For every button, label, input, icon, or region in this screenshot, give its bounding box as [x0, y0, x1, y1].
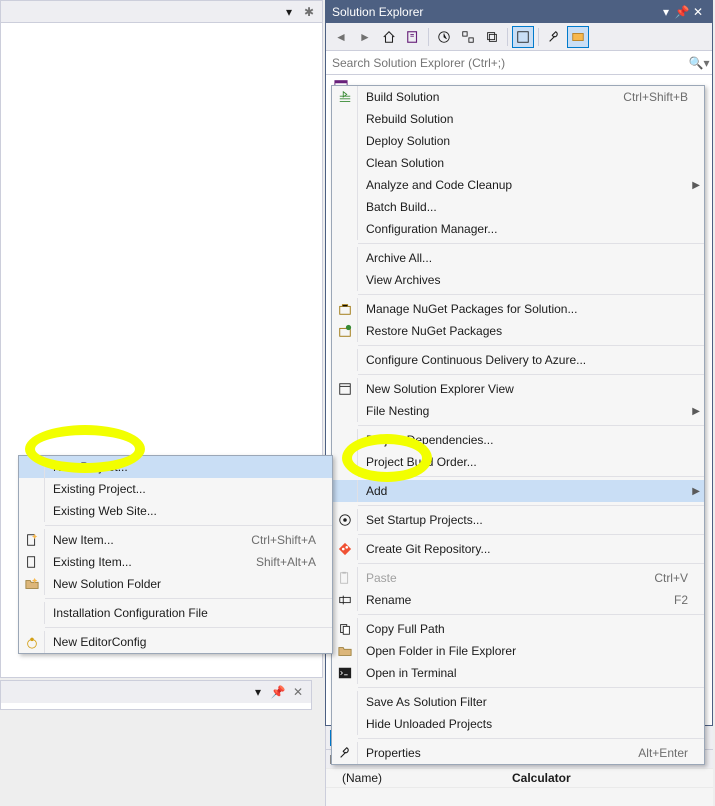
chevron-right-icon: ▶ [692, 486, 700, 497]
search-input[interactable] [326, 51, 686, 74]
menu-add[interactable]: Add▶ [332, 480, 704, 502]
chevron-down-icon[interactable]: ▾ [251, 685, 265, 699]
properties-icon[interactable] [543, 26, 565, 48]
bottom-panel-header: ▾ 📌 ✕ [1, 681, 311, 703]
menu-analyze-cleanup[interactable]: Analyze and Code Cleanup▶ [332, 174, 704, 196]
menu-new-view[interactable]: New Solution Explorer View [332, 378, 704, 400]
existing-item-icon [19, 551, 45, 573]
submenu-new-folder[interactable]: New Solution Folder [19, 573, 332, 595]
preview-icon[interactable] [567, 26, 589, 48]
build-icon [332, 86, 358, 108]
sync-icon[interactable] [457, 26, 479, 48]
back-icon[interactable]: ◄ [330, 26, 352, 48]
solution-explorer-titlebar: Solution Explorer ▾ 📌 ✕ [326, 1, 712, 23]
close-icon[interactable]: ✕ [291, 685, 305, 699]
chevron-right-icon: ▶ [692, 180, 700, 191]
menu-file-nesting[interactable]: File Nesting▶ [332, 400, 704, 422]
pin-icon[interactable]: 📌 [674, 5, 690, 19]
pin-icon[interactable]: 📌 [271, 685, 285, 699]
editor-header: ▾ ✱ [1, 1, 322, 23]
menu-azure-delivery[interactable]: Configure Continuous Delivery to Azure..… [332, 349, 704, 371]
solution-context-menu: Build Solution Ctrl+Shift+B Rebuild Solu… [331, 85, 705, 765]
solution-explorer-title: Solution Explorer [332, 5, 423, 19]
menu-clean-solution[interactable]: Clean Solution [332, 152, 704, 174]
menu-paste: PasteCtrl+V [332, 567, 704, 589]
switch-views-icon[interactable] [402, 26, 424, 48]
home-icon[interactable] [378, 26, 400, 48]
rename-icon [332, 589, 358, 611]
nuget-icon [332, 298, 358, 320]
git-icon [332, 538, 358, 560]
wrench-icon [332, 742, 358, 764]
submenu-existing-project[interactable]: Existing Project... [19, 478, 332, 500]
chevron-down-icon[interactable]: ▾ [658, 5, 674, 19]
menu-properties[interactable]: PropertiesAlt+Enter [332, 742, 704, 764]
menu-save-filter[interactable]: Save As Solution Filter [332, 691, 704, 713]
submenu-install-config[interactable]: Installation Configuration File [19, 602, 332, 624]
chevron-right-icon: ▶ [692, 406, 700, 417]
submenu-existing-web[interactable]: Existing Web Site... [19, 500, 332, 522]
menu-open-folder[interactable]: Open Folder in File Explorer [332, 640, 704, 662]
menu-hide-unloaded[interactable]: Hide Unloaded Projects [332, 713, 704, 735]
collapse-all-icon[interactable] [481, 26, 503, 48]
add-submenu: New Project... Existing Project... Exist… [18, 455, 333, 654]
prop-name-value: Calculator [506, 769, 713, 788]
startup-icon [332, 509, 358, 531]
solution-explorer-toolbar: ◄ ► [326, 23, 712, 51]
add-icon[interactable]: ✱ [302, 5, 316, 19]
menu-archive-all[interactable]: Archive All... [332, 247, 704, 269]
menu-deploy-solution[interactable]: Deploy Solution [332, 130, 704, 152]
prop-name-label: (Name) [326, 769, 506, 788]
menu-build-order[interactable]: Project Build Order... [332, 451, 704, 473]
close-icon[interactable]: ✕ [690, 5, 706, 19]
show-all-files-icon[interactable] [512, 26, 534, 48]
folder-new-icon [19, 573, 45, 595]
search-icon[interactable]: 🔍▾ [686, 56, 712, 70]
editorconfig-icon [19, 631, 45, 653]
submenu-new-item[interactable]: New Item...Ctrl+Shift+A [19, 529, 332, 551]
menu-build-solution[interactable]: Build Solution Ctrl+Shift+B [332, 86, 704, 108]
menu-open-terminal[interactable]: Open in Terminal [332, 662, 704, 684]
submenu-editor-config[interactable]: New EditorConfig [19, 631, 332, 653]
submenu-existing-item[interactable]: Existing Item...Shift+Alt+A [19, 551, 332, 573]
restore-nuget-icon [332, 320, 358, 342]
pending-changes-icon[interactable] [433, 26, 455, 48]
menu-config-manager[interactable]: Configuration Manager... [332, 218, 704, 240]
menu-manage-nuget[interactable]: Manage NuGet Packages for Solution... [332, 298, 704, 320]
menu-copy-path[interactable]: Copy Full Path [332, 618, 704, 640]
menu-startup[interactable]: Set Startup Projects... [332, 509, 704, 531]
bottom-panel: ▾ 📌 ✕ [0, 680, 312, 710]
menu-batch-build[interactable]: Batch Build... [332, 196, 704, 218]
submenu-new-project[interactable]: New Project... [19, 456, 332, 478]
search-row: 🔍▾ [326, 51, 712, 75]
chevron-down-icon[interactable]: ▾ [282, 5, 296, 19]
new-item-icon [19, 529, 45, 551]
copy-icon [332, 618, 358, 640]
menu-project-deps[interactable]: Project Dependencies... [332, 429, 704, 451]
folder-icon [332, 640, 358, 662]
menu-view-archives[interactable]: View Archives [332, 269, 704, 291]
menu-rename[interactable]: RenameF2 [332, 589, 704, 611]
forward-icon[interactable]: ► [354, 26, 376, 48]
new-view-icon [332, 378, 358, 400]
paste-icon [332, 567, 358, 589]
terminal-icon [332, 662, 358, 684]
menu-rebuild-solution[interactable]: Rebuild Solution [332, 108, 704, 130]
menu-restore-nuget[interactable]: Restore NuGet Packages [332, 320, 704, 342]
menu-create-git[interactable]: Create Git Repository... [332, 538, 704, 560]
